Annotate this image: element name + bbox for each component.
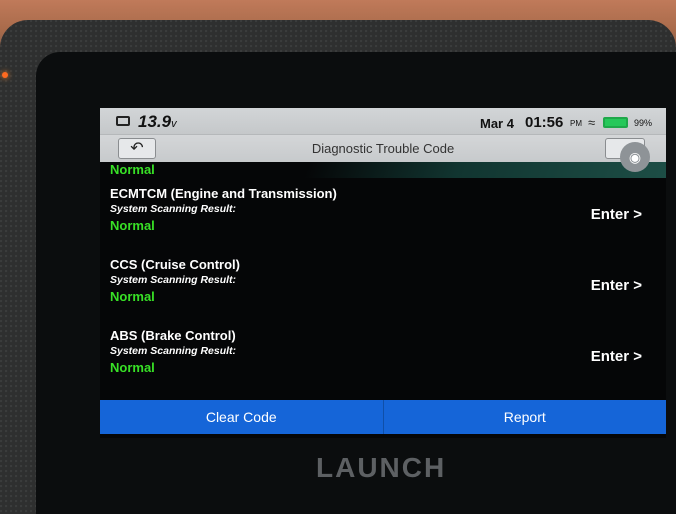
list-item[interactable]: ECMTCM (Engine and Transmission) System … (110, 186, 656, 257)
status-ampm: PM (570, 119, 582, 128)
battery-icon (603, 117, 628, 128)
report-button[interactable]: Report (382, 400, 667, 434)
status-date: Mar 4 (480, 116, 514, 131)
list-item[interactable]: CCS (Cruise Control) System Scanning Res… (110, 257, 656, 328)
status-time: 01:56 (525, 114, 564, 131)
system-name: CCS (Cruise Control) (110, 257, 240, 272)
enter-button[interactable]: Enter > (591, 348, 642, 365)
previous-system-status: Normal (110, 162, 155, 177)
system-result-label: System Scanning Result: (110, 203, 237, 215)
device-brand-logo: LAUNCH (316, 452, 447, 483)
tablet-screen: 13.9v Mar 4 01:56 PM ≈ 99% ↶ Diagnostic … (100, 108, 666, 438)
enter-button[interactable]: Enter > (591, 206, 642, 223)
system-name: ECMTCM (Engine and Transmission) (110, 186, 337, 201)
wifi-icon: ≈ (588, 115, 596, 130)
power-led (2, 72, 8, 78)
enter-button[interactable]: Enter > (591, 277, 642, 294)
page-title: Diagnostic Trouble Code (311, 141, 455, 156)
title-bar: ↶ Diagnostic Trouble Code (100, 134, 666, 162)
clear-code-button[interactable]: Clear Code (100, 400, 383, 434)
system-result-label: System Scanning Result: (110, 274, 237, 286)
system-status: Normal (110, 218, 155, 233)
system-name: ABS (Brake Control) (110, 328, 236, 343)
battery-percent: 99% (634, 118, 653, 128)
system-result-label: System Scanning Result: (110, 345, 237, 357)
voltage-readout: 13.9v (138, 112, 177, 131)
action-bar: Clear Code Report (100, 400, 666, 434)
system-status: Normal (110, 289, 155, 304)
system-status: Normal (110, 360, 155, 375)
list-item[interactable]: ABS (Brake Control) System Scanning Resu… (110, 328, 656, 399)
car-battery-icon (116, 116, 130, 126)
system-list: Normal ECMTCM (Engine and Transmission) … (110, 162, 656, 399)
